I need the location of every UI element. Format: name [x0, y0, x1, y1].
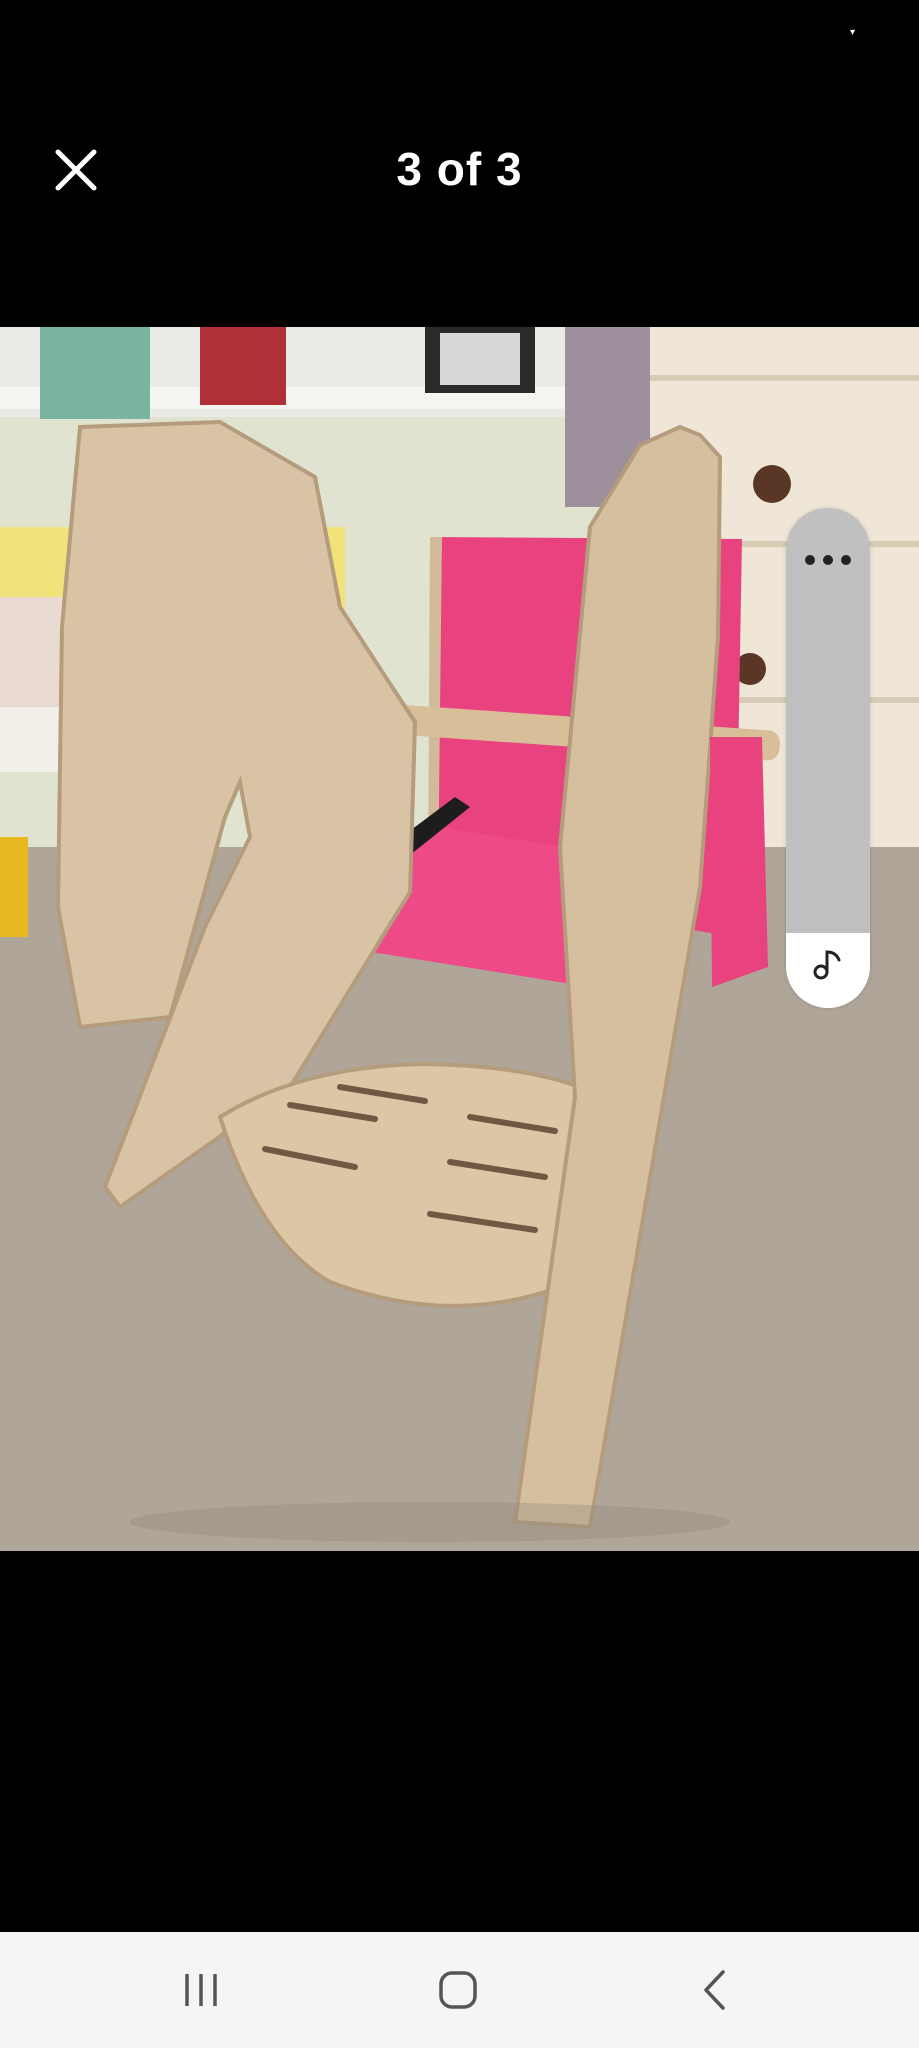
home-icon	[439, 1971, 477, 2009]
listing-photo	[0, 327, 919, 1551]
media-volume-control[interactable]	[786, 508, 870, 1008]
more-options-button[interactable]	[786, 530, 870, 590]
back-icon	[704, 1970, 725, 2010]
recent-apps-button[interactable]	[156, 1960, 246, 2020]
system-navigation-bar	[0, 1932, 919, 2048]
home-button[interactable]	[413, 1960, 503, 2020]
status-indicator-icon: ▾	[850, 27, 856, 38]
viewer-top-bar: 3 of 3	[0, 120, 919, 220]
photo-viewer-screen: ▾ 3 of 3	[0, 0, 919, 2048]
recent-apps-icon	[185, 1974, 217, 2006]
back-button[interactable]	[670, 1960, 760, 2020]
rocking-horse-chair-photo	[0, 327, 919, 1551]
music-note-icon	[786, 934, 870, 994]
image-counter: 3 of 3	[396, 143, 523, 195]
more-horizontal-icon	[805, 555, 851, 565]
